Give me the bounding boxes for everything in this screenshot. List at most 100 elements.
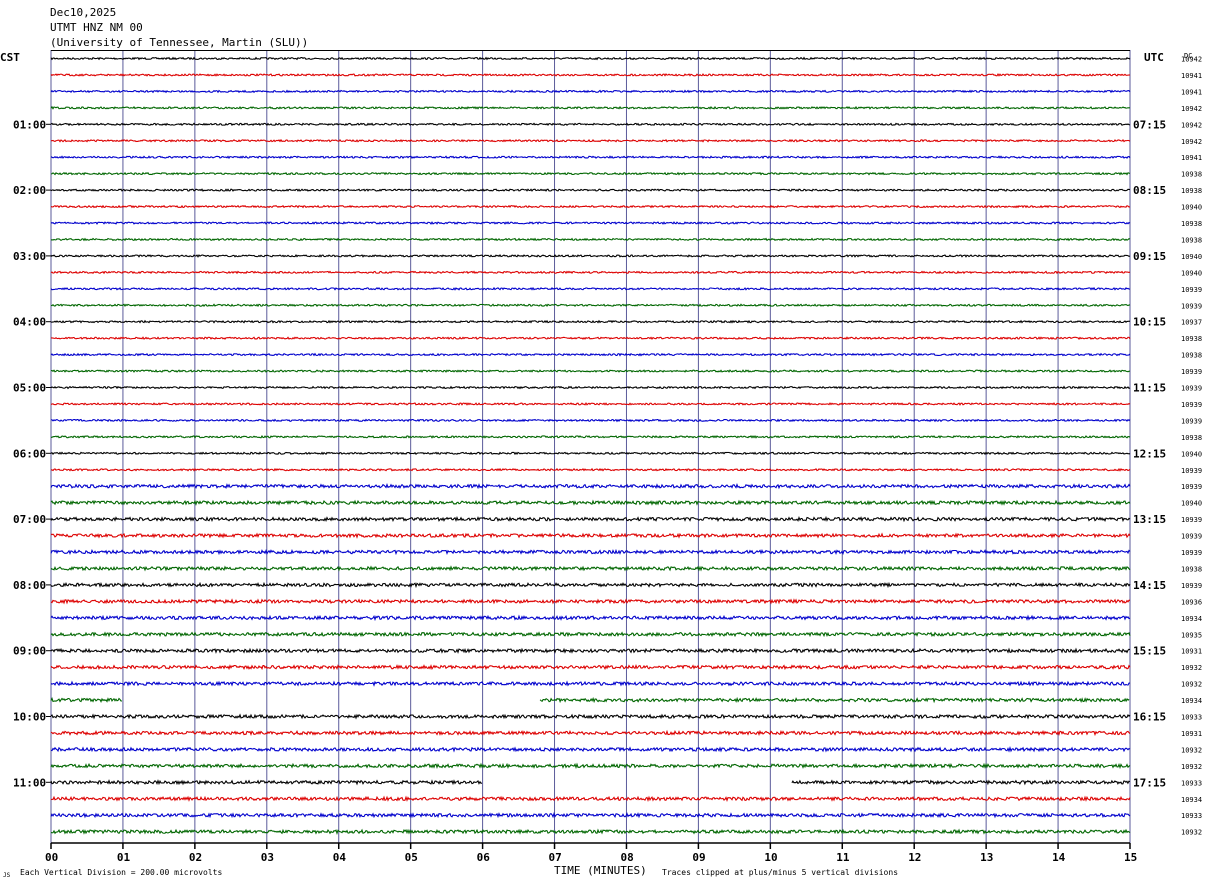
trace-segment (50, 204, 1131, 209)
trace-segment (50, 56, 1131, 61)
left-hour-label: 05:00 (13, 382, 46, 395)
dc-offset-label: 10938 (1181, 187, 1202, 195)
trace-segment (50, 89, 1131, 94)
x-tick-label: 08 (620, 851, 633, 864)
trace-segment (50, 303, 1131, 308)
clip-note: Traces clipped at plus/minus 5 vertical … (662, 868, 898, 877)
trace-segment (50, 451, 1131, 456)
dc-offset-label: 10932 (1181, 746, 1202, 754)
right-hour-label: 09:15 (1133, 250, 1166, 263)
right-hour-labels: 07:15 08:15 09:15 10:15 11:15 12:15 13:15 14:15… (1133, 118, 1166, 789)
right-hour-label: 11:15 (1133, 382, 1166, 395)
x-tick-label: 02 (189, 851, 202, 864)
x-tick-label: 12 (908, 851, 921, 864)
trace-segment (50, 811, 1131, 819)
trace-segment (50, 499, 1131, 506)
trace-segment (50, 105, 1131, 110)
dc-offset-label: 10941 (1181, 72, 1202, 80)
left-hour-label: 11:00 (13, 776, 46, 789)
dc-offset-labels: 10942 10941 10941 10942 10942 10942 10941 10938… (1181, 56, 1202, 837)
helicorder-plot: Dec10,2025 UTMT HNZ NM 00 (University of… (0, 6, 1202, 879)
vertical-grid (50, 50, 1131, 843)
right-hour-label: 14:15 (1133, 579, 1166, 592)
trace-segment (50, 647, 1131, 654)
dc-offset-label: 10941 (1181, 88, 1202, 96)
x-tick-label: 05 (405, 851, 418, 864)
right-hour-label: 10:15 (1133, 316, 1166, 329)
trace-segment (539, 696, 1130, 704)
trace-segment (50, 581, 1131, 589)
trace-segment (50, 155, 1131, 160)
trace-segment (50, 286, 1131, 291)
x-tick-label: 14 (1052, 851, 1066, 864)
dc-offset-label: 10939 (1181, 302, 1202, 310)
trace-segment (50, 762, 1131, 770)
trace-segment (50, 171, 1131, 176)
dc-offset-label: 10942 (1181, 56, 1202, 64)
dc-offset-label: 10939 (1181, 516, 1202, 524)
dc-offset-label: 10940 (1181, 269, 1202, 277)
x-tick-label: 03 (261, 851, 274, 864)
left-hour-label: 09:00 (13, 645, 46, 658)
plot-date: Dec10,2025 (50, 6, 116, 19)
right-zone-label: UTC (1144, 51, 1164, 64)
x-tick-label: 15 (1124, 851, 1137, 864)
trace-segment (50, 664, 1131, 671)
plot-station: UTMT HNZ NM 00 (50, 21, 143, 34)
dc-offset-label: 10940 (1181, 204, 1202, 212)
dc-offset-label: 10939 (1181, 582, 1202, 590)
dc-offset-label: 10940 (1181, 450, 1202, 458)
dc-offset-label: 10938 (1181, 220, 1202, 228)
dc-offset-label: 10934 (1181, 615, 1202, 623)
trace-segment (50, 598, 1131, 605)
dc-offset-label: 10932 (1181, 763, 1202, 771)
x-tick-label: 13 (980, 851, 993, 864)
dc-offset-label: 10931 (1181, 648, 1202, 656)
trace-segment (50, 483, 1131, 490)
x-tick-label: 04 (333, 851, 347, 864)
dc-offset-label: 10935 (1181, 631, 1202, 639)
left-hour-label: 07:00 (13, 513, 46, 526)
trace-segment (50, 746, 1131, 753)
dc-offset-label: 10940 (1181, 500, 1202, 508)
trace-segment (50, 532, 1131, 539)
trace-segment (50, 254, 1131, 258)
plot-network: (University of Tennessee, Martin (SLU)) (50, 36, 308, 49)
trace-segment (50, 237, 1131, 242)
trace-segment (50, 696, 123, 704)
dc-offset-label: 10933 (1181, 812, 1202, 820)
x-tick-label: 06 (477, 851, 491, 864)
dc-offset-label: 10942 (1181, 138, 1202, 146)
corner-mark: JS (3, 872, 11, 879)
dc-offset-label: 10938 (1181, 565, 1202, 573)
right-hour-label: 13:15 (1133, 513, 1166, 526)
left-hour-label: 10:00 (13, 711, 46, 724)
dc-offset-label: 10934 (1181, 796, 1202, 804)
dc-offset-label: 10933 (1181, 714, 1202, 722)
left-hour-label: 04:00 (13, 316, 46, 329)
x-tick-label: 01 (117, 851, 131, 864)
dc-offset-label: 10931 (1181, 730, 1202, 738)
trace-segment (50, 434, 1131, 439)
dc-offset-label: 10933 (1181, 779, 1202, 787)
trace-segment (50, 631, 1131, 638)
scale-note: Each Vertical Division = 200.00 microvol… (20, 868, 222, 877)
dc-offset-label: 10939 (1181, 467, 1202, 475)
trace-segment (50, 270, 1131, 275)
dc-offset-label: 10938 (1181, 171, 1202, 179)
x-tick-label: 00 (45, 851, 58, 864)
trace-segment (50, 680, 1131, 687)
trace-segment (50, 548, 1131, 556)
x-tick-label: 09 (692, 851, 705, 864)
right-hour-label: 08:15 (1133, 184, 1166, 197)
dc-offset-label: 10934 (1181, 697, 1202, 705)
right-hour-label: 17:15 (1133, 776, 1166, 789)
trace-segment (50, 467, 1131, 472)
trace-segment (50, 385, 1131, 390)
trace-segment (50, 515, 1131, 523)
x-axis-ticks: 00 01 02 03 04 05 06 07 08 09 10 11 12 13 14 15 (45, 842, 1137, 864)
x-tick-label: 07 (549, 851, 562, 864)
dc-offset-label: 10937 (1181, 319, 1202, 327)
dc-offset-label: 10939 (1181, 401, 1202, 409)
trace-segment (50, 402, 1131, 406)
